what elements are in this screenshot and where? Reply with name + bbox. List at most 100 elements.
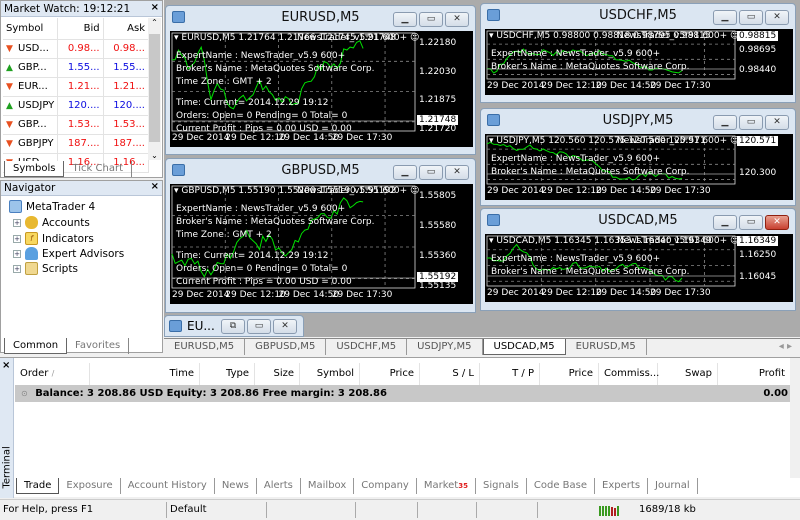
close-icon[interactable]: × <box>151 181 159 192</box>
scroll-down-icon[interactable]: ⌄ <box>148 151 161 160</box>
close-button[interactable]: ✕ <box>765 115 789 130</box>
minimize-button[interactable]: ▁ <box>393 165 417 180</box>
tree-item-indicators[interactable]: + f Indicators <box>13 232 94 245</box>
minimize-button[interactable]: ▁ <box>713 115 737 130</box>
terminal-tab-market[interactable]: Market35 <box>417 478 476 494</box>
terminal-tab-account-history[interactable]: Account History <box>121 478 215 494</box>
column-header-close-price[interactable]: Price <box>540 363 599 385</box>
minimize-button[interactable]: ▁ <box>713 10 737 25</box>
chart-window[interactable]: GBPUSD,M5 ▁ ▭ ✕ ▾ GBPUSD,M5 1.55190 1.5520… <box>165 158 476 313</box>
chart-tab[interactable]: EURUSD,M5 <box>164 339 246 355</box>
scroll-thumb[interactable] <box>149 34 160 142</box>
balance-row[interactable]: ⊙ Balance: 3 208.86 USD Equity: 3 208.86… <box>15 385 790 402</box>
column-header-symbol[interactable]: Symbol <box>3 18 59 40</box>
tab-common[interactable]: Common <box>4 338 68 354</box>
chart-tab[interactable]: USDJPY,M5 <box>407 339 483 355</box>
terminal-tab-company[interactable]: Company <box>354 478 417 494</box>
market-watch-row[interactable]: ▲ GBP... 1.55... 1.55... <box>3 58 150 78</box>
symbol-cell: ▲ USDJPY <box>3 96 59 116</box>
expand-icon[interactable]: + <box>13 234 21 243</box>
tab-favorites[interactable]: Favorites <box>67 338 130 354</box>
column-header-profit[interactable]: Profit <box>718 363 790 385</box>
column-header-commission[interactable]: Commiss... <box>599 363 659 385</box>
maximize-button[interactable]: ▭ <box>247 319 271 334</box>
tab-symbols[interactable]: Symbols <box>4 161 65 177</box>
minimize-button[interactable]: ▁ <box>393 12 417 27</box>
column-header-bid[interactable]: Bid <box>57 18 104 40</box>
time-axis-label: 29 Dec 2014 <box>487 81 545 91</box>
chart-tab[interactable]: USDCAD,M5 <box>482 339 566 355</box>
column-header-time[interactable]: Time <box>90 363 200 385</box>
close-button[interactable]: ✕ <box>765 10 789 25</box>
time-axis-label: 29 Dec 17:30 <box>650 288 711 298</box>
maximize-button[interactable]: ▭ <box>739 215 763 230</box>
chart-window[interactable]: USDCAD,M5 ▁ ▭ ✕ ▾ USDCAD,M5 1.16345 1.1635… <box>480 208 796 311</box>
maximize-button[interactable]: ▭ <box>739 10 763 25</box>
market-watch-row[interactable]: ▼ GBPJPY 187.... 187.... <box>3 134 150 154</box>
chart-tabs-scroll-icon[interactable]: ◂ ▸ <box>771 339 800 355</box>
terminal-tab-code-base[interactable]: Code Base <box>527 478 596 494</box>
close-button[interactable]: ✕ <box>273 319 297 334</box>
column-header-swap[interactable]: Swap <box>658 363 718 385</box>
price-axis-label: 1.16250 <box>739 250 777 260</box>
expand-icon[interactable]: + <box>13 264 21 273</box>
chart-tab[interactable]: EURUSD,M5 <box>566 339 647 355</box>
close-icon[interactable]: × <box>151 2 159 13</box>
connection-indicator-icon[interactable] <box>596 502 636 518</box>
maximize-button[interactable]: ▭ <box>739 115 763 130</box>
chart-window[interactable]: USDCHF,M5 ▁ ▭ ✕ ▾ USDCHF,M5 0.98800 0.9881… <box>480 3 796 103</box>
market-watch-row[interactable]: ▲ USDJPY 120.... 120.... <box>3 96 150 116</box>
column-header-price[interactable]: Price <box>360 363 420 385</box>
column-header-type[interactable]: Type <box>200 363 255 385</box>
scroll-up-icon[interactable]: ⌃ <box>148 18 161 27</box>
time-axis-label: 29 Dec 14:50 <box>595 186 657 196</box>
tree-item-accounts[interactable]: + Accounts <box>13 216 90 229</box>
time-axis-label: 29 Dec 17:30 <box>331 290 393 300</box>
close-icon[interactable]: × <box>2 360 10 371</box>
tree-item-scripts[interactable]: + Scripts <box>13 262 78 275</box>
market-watch-row[interactable]: ▼ EUR... 1.21... 1.21... <box>3 77 150 97</box>
column-header-sl[interactable]: S / L <box>420 363 480 385</box>
price-chart[interactable]: ▾ USDCAD,M5 1.16345 1.16353 1.16340 1.16… <box>485 234 793 302</box>
close-button[interactable]: ✕ <box>445 12 469 27</box>
tab-tick-chart[interactable]: Tick Chart <box>64 161 132 177</box>
price-chart[interactable]: ▾ EURUSD,M5 1.21764 1.21766 1.21745 1.21… <box>170 31 473 147</box>
terminal-tab-trade[interactable]: Trade <box>16 478 60 494</box>
price-chart[interactable]: ▾ USDJPY,M5 120.560 120.575 120.560 120.… <box>485 134 793 200</box>
terminal-scrollbar[interactable] <box>790 358 800 478</box>
minimize-button[interactable]: ▁ <box>713 215 737 230</box>
terminal-tab-signals[interactable]: Signals <box>476 478 527 494</box>
column-header-ask[interactable]: Ask <box>103 18 150 40</box>
terminal-tab-alerts[interactable]: Alerts <box>257 478 301 494</box>
restore-button[interactable]: ⧉ <box>221 319 245 334</box>
maximize-button[interactable]: ▭ <box>419 165 443 180</box>
price-axis-label: 1.22030 <box>419 66 457 77</box>
expand-icon[interactable]: + <box>13 249 21 258</box>
scrollbar[interactable]: ⌃ ⌄ <box>148 18 161 160</box>
terminal-tab-mailbox[interactable]: Mailbox <box>301 478 355 494</box>
column-header-symbol[interactable]: Symbol <box>300 363 360 385</box>
price-chart[interactable]: ▾ USDCHF,M5 0.98800 0.98818 0.98795 0.98… <box>485 29 793 95</box>
column-header-size[interactable]: Size <box>255 363 300 385</box>
column-header-tp[interactable]: T / P <box>480 363 540 385</box>
chart-window[interactable]: EURUSD,M5 ▁ ▭ ✕ ▾ EURUSD,M5 1.21764 1.2176… <box>165 5 476 155</box>
tree-item-expert-advisors[interactable]: + Expert Advisors <box>13 247 124 260</box>
chart-tab[interactable]: GBPUSD,M5 <box>245 339 327 355</box>
terminal-tab-experts[interactable]: Experts <box>595 478 649 494</box>
close-button[interactable]: ✕ <box>445 165 469 180</box>
terminal-tab-journal[interactable]: Journal <box>648 478 698 494</box>
tree-root-metatrader[interactable]: MetaTrader 4 <box>9 200 95 213</box>
expand-icon[interactable]: + <box>13 218 21 227</box>
price-chart[interactable]: ▾ GBPUSD,M5 1.55190 1.55200 1.55190 1.55… <box>170 184 473 304</box>
market-watch-row[interactable]: ▼ USD... 0.98... 0.98... <box>3 39 150 59</box>
close-button[interactable]: ✕ <box>765 215 789 230</box>
column-header-order[interactable]: Order / <box>15 363 90 385</box>
terminal-tab-exposure[interactable]: Exposure <box>59 478 121 494</box>
chart-window[interactable]: USDJPY,M5 ▁ ▭ ✕ ▾ USDJPY,M5 120.560 120.57… <box>480 108 796 206</box>
market-watch-row[interactable]: ▼ GBP... 1.53... 1.53... <box>3 115 150 135</box>
maximize-button[interactable]: ▭ <box>419 12 443 27</box>
terminal-tab-news[interactable]: News <box>215 478 257 494</box>
minimized-chart-window[interactable]: EU... ⧉ ▭ ✕ <box>164 315 304 337</box>
chart-tab[interactable]: USDCHF,M5 <box>326 339 408 355</box>
ea-info-line: Broker's Name : MetaQuotes Software Corp… <box>491 62 690 72</box>
